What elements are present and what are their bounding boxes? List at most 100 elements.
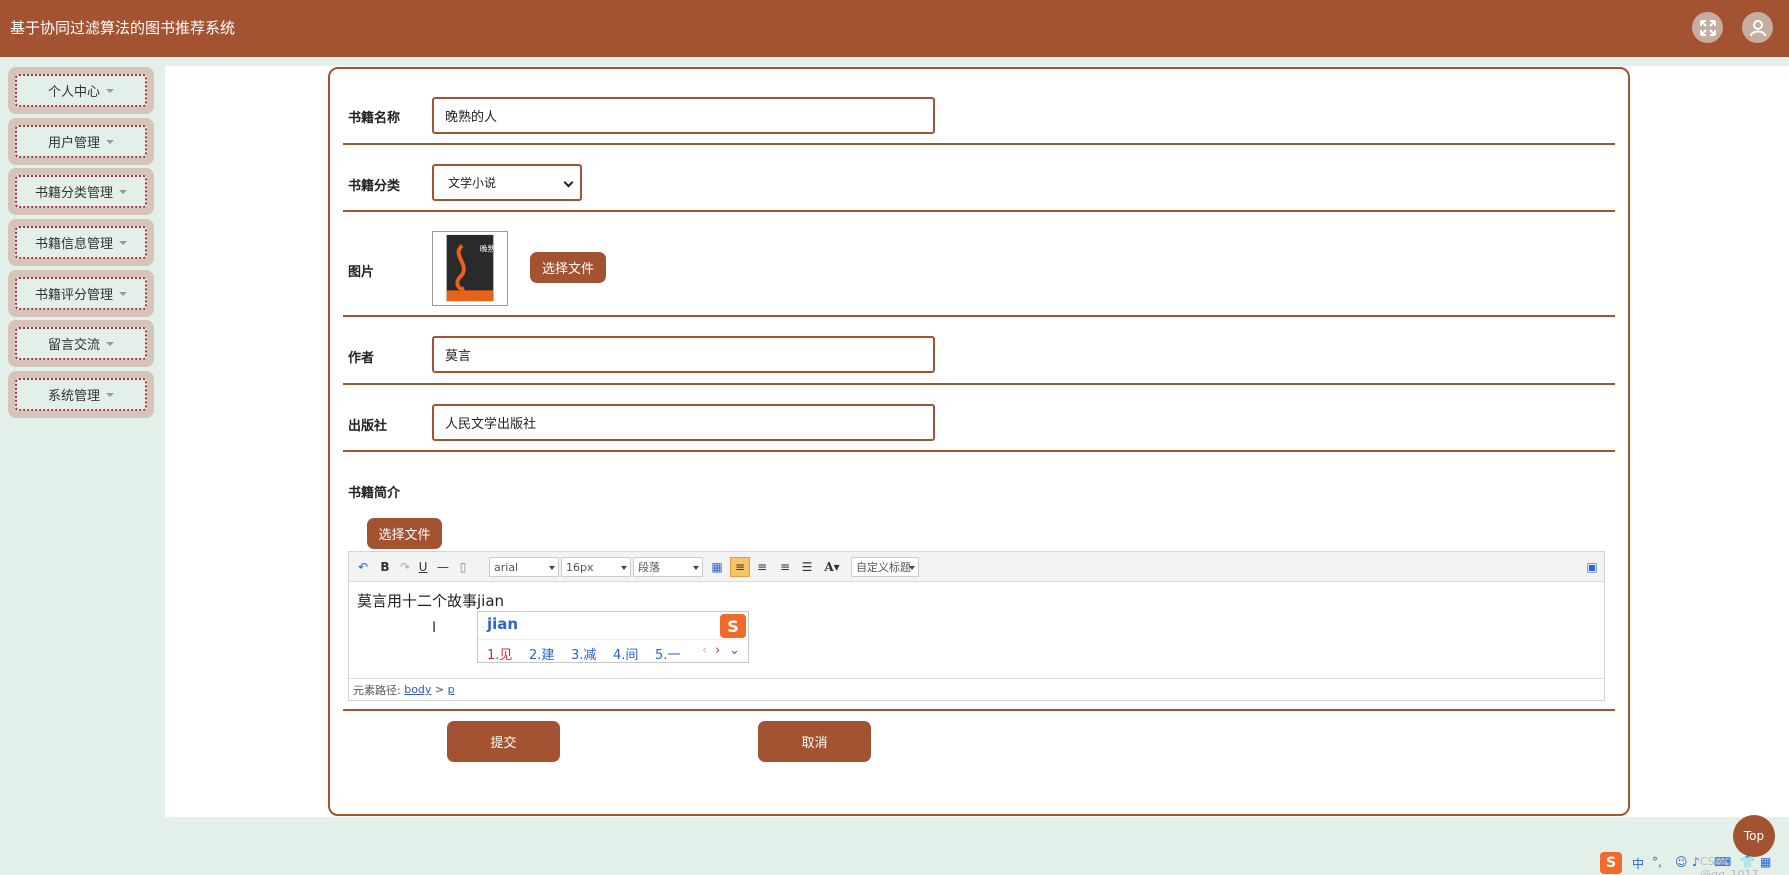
horizontal-rule-icon[interactable]: —: [435, 557, 451, 577]
path-p-link[interactable]: p: [448, 683, 455, 696]
divider: [343, 143, 1615, 145]
ime-candidate[interactable]: 1.见: [487, 644, 512, 663]
custom-title-select[interactable]: 自定义标题: [851, 557, 919, 577]
sidebar-item-system-management[interactable]: 系统管理: [8, 371, 154, 418]
ime-candidate[interactable]: 3.减: [571, 644, 596, 663]
align-justify-icon[interactable]: ☰: [799, 557, 815, 577]
toolbox-icon[interactable]: ▦: [1760, 855, 1771, 869]
author-input[interactable]: 莫言: [432, 336, 935, 373]
sidebar-item-label: 留言交流: [47, 338, 100, 353]
divider: [343, 709, 1615, 711]
emoji-icon[interactable]: ☺: [1675, 855, 1688, 869]
sidebar-item-label: 书籍信息管理: [34, 237, 113, 252]
chevron-down-icon: [106, 139, 114, 144]
chevron-down-icon: [549, 566, 555, 570]
font-color-icon[interactable]: A▾: [821, 557, 843, 577]
publisher-label: 出版社: [348, 419, 388, 434]
sidebar-item-label: 个人中心: [47, 85, 100, 100]
sidebar-item-user-management[interactable]: 用户管理: [8, 118, 154, 165]
path-separator: >: [434, 683, 445, 696]
align-center-icon[interactable]: ≡: [777, 557, 793, 577]
editor-statusbar: 元素路径: body > p: [349, 678, 1604, 700]
ime-expand-icon[interactable]: ⌄: [729, 643, 740, 658]
cover-title: 晚熟的人: [480, 243, 507, 253]
text-cursor-icon: I: [432, 620, 437, 636]
divider: [343, 383, 1615, 385]
chevron-down-icon: [119, 291, 127, 296]
choose-intro-file-button[interactable]: 选择文件: [367, 518, 442, 549]
editor-toolbar: ↶ B ↷ U — ▯ arial 16px 段落 ▦ ≡ ≡ ≡ ☰ A▾ 自…: [349, 552, 1604, 582]
microphone-icon[interactable]: ♪: [1692, 855, 1700, 869]
chevron-down-icon: [693, 566, 699, 570]
divider: [343, 450, 1615, 452]
undo-icon[interactable]: ↶: [355, 557, 371, 577]
user-avatar-icon[interactable]: [1742, 12, 1773, 43]
ime-candidate[interactable]: 4.间: [613, 644, 638, 663]
ime-lang-indicator[interactable]: 中: [1632, 855, 1644, 872]
custom-title-value: 自定义标题: [856, 561, 911, 574]
book-cover-thumbnail: 晚熟的人: [432, 231, 511, 306]
fullscreen-icon[interactable]: [1692, 12, 1723, 43]
choose-image-file-button[interactable]: 选择文件: [530, 252, 606, 283]
publisher-input[interactable]: 人民文学出版社: [432, 404, 935, 441]
ime-candidates: 1.见 2.建 3.减 4.间 5.一 ‹ › ⌄: [478, 639, 748, 663]
sidebar-item-category-management[interactable]: 书籍分类管理: [8, 168, 154, 215]
chevron-down-icon: [106, 88, 114, 93]
bold-icon[interactable]: B: [377, 557, 393, 577]
divider: [343, 315, 1615, 317]
book-category-value: 文学小说: [448, 176, 497, 190]
intro-label: 书籍简介: [348, 486, 401, 501]
ime-candidate[interactable]: 5.一: [655, 644, 680, 663]
document-icon[interactable]: ▯: [455, 557, 471, 577]
ime-candidate[interactable]: 2.建: [529, 644, 554, 663]
sidebar-item-label: 系统管理: [47, 389, 100, 404]
sidebar-item-personal-center[interactable]: 个人中心: [8, 67, 154, 114]
ime-composition: jian: [487, 615, 519, 633]
sidebar-item-book-info-management[interactable]: 书籍信息管理: [8, 219, 154, 266]
ime-punct-indicator[interactable]: °,: [1652, 855, 1662, 869]
chevron-down-icon: [909, 566, 915, 570]
ime-prev-icon[interactable]: ‹: [702, 643, 707, 658]
chevron-down-icon: [106, 392, 114, 397]
font-size-select[interactable]: 16px: [561, 557, 631, 577]
font-family-select[interactable]: arial: [489, 557, 559, 577]
underline-icon[interactable]: U: [415, 557, 431, 577]
book-category-label: 书籍分类: [348, 179, 401, 194]
path-body-link[interactable]: body: [404, 683, 431, 696]
sidebar-item-messages[interactable]: 留言交流: [8, 320, 154, 367]
table-icon[interactable]: ▦: [709, 557, 725, 577]
chevron-down-icon: [119, 240, 127, 245]
chevron-down-icon: [119, 189, 127, 194]
sogou-tray-icon[interactable]: S: [1600, 852, 1622, 874]
sogou-logo-icon: S: [720, 614, 746, 638]
paragraph-value: 段落: [638, 561, 660, 574]
cancel-button[interactable]: 取消: [758, 721, 871, 762]
author-label: 作者: [348, 351, 375, 366]
paragraph-select[interactable]: 段落: [633, 557, 703, 577]
redo-icon[interactable]: ↷: [397, 557, 413, 577]
book-name-input[interactable]: 晚熟的人: [432, 97, 935, 134]
book-category-select[interactable]: 文学小说: [432, 164, 582, 201]
submit-button[interactable]: 提交: [447, 721, 560, 762]
sidebar-item-rating-management[interactable]: 书籍评分管理: [8, 270, 154, 317]
chevron-down-icon: [621, 566, 627, 570]
book-name-label: 书籍名称: [348, 111, 401, 126]
align-left-icon[interactable]: ≡: [730, 557, 750, 577]
ime-candidate-window: jian S 1.见 2.建 3.减 4.间 5.一 ‹ › ⌄: [477, 611, 749, 663]
sidebar-item-label: 书籍分类管理: [34, 186, 113, 201]
image-label: 图片: [348, 265, 375, 280]
align-right-icon[interactable]: ≡: [754, 557, 770, 577]
chevron-down-icon: [106, 341, 114, 346]
sidebar-item-label: 用户管理: [47, 136, 100, 151]
ime-tray: S 中 °, ☺ CSDN @qq_1017 ♪ ⌨ 👕 ▦: [1600, 851, 1789, 875]
keyboard-icon[interactable]: ⌨: [1714, 855, 1731, 869]
element-path-label: 元素路径:: [353, 683, 401, 697]
preview-icon[interactable]: ▣: [1584, 557, 1600, 577]
divider: [343, 210, 1615, 212]
editor-content[interactable]: 莫言用十二个故事jian: [357, 590, 504, 611]
app-title: 基于协同过滤算法的图书推荐系统: [10, 19, 236, 37]
font-family-value: arial: [494, 560, 519, 574]
ime-next-icon[interactable]: ›: [715, 643, 720, 658]
sidebar-item-label: 书籍评分管理: [34, 288, 113, 303]
skin-icon[interactable]: 👕: [1740, 855, 1755, 869]
